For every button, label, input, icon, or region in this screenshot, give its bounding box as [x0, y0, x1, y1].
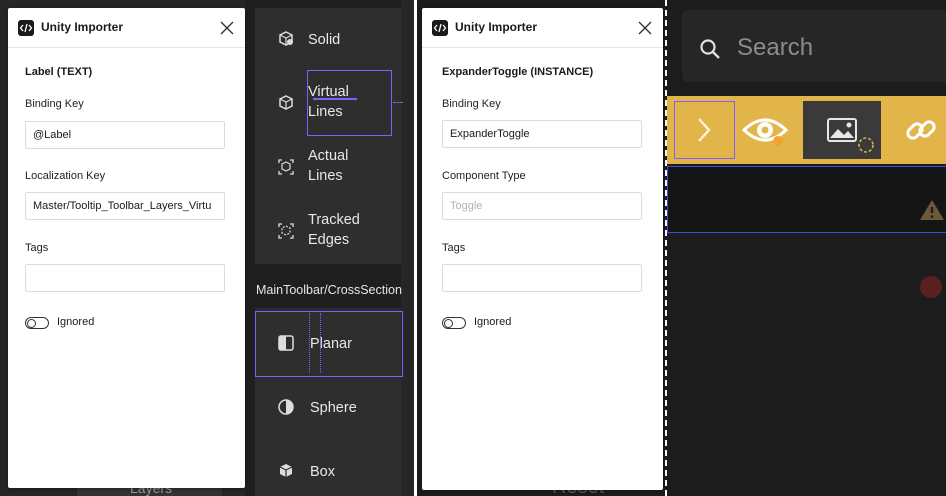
guide-dashed-line	[393, 102, 403, 103]
menu-item-label-line2: Lines	[308, 104, 343, 120]
main-toolbar	[667, 96, 946, 164]
localization-key-input[interactable]: Master/Tooltip_Toolbar_Layers_Virtu	[25, 192, 225, 220]
menu-item-virtual-lines[interactable]: Virtual Lines	[255, 82, 400, 126]
localization-key-label: Localization Key	[25, 170, 106, 182]
menu-item-actual-lines[interactable]: Actual Lines	[255, 146, 400, 190]
planar-icon	[278, 335, 294, 351]
sphere-icon	[278, 399, 294, 415]
ignored-toggle[interactable]	[442, 317, 466, 329]
menu-item-solid[interactable]: Solid	[255, 28, 400, 52]
cross-section-label: MainToolbar/CrossSection	[256, 283, 402, 297]
close-icon[interactable]	[217, 18, 237, 38]
selection-dotted-divider	[320, 313, 321, 373]
ignored-toggle[interactable]	[25, 317, 49, 329]
right-screenshot: Search Reset Unity Importer ExpanderTogg…	[417, 0, 946, 496]
unity-importer-panel: Unity Importer ExpanderToggle (INSTANCE)…	[422, 8, 663, 490]
menu-item-label-line2: Edges	[308, 232, 350, 248]
code-icon	[432, 20, 448, 36]
tags-label: Tags	[442, 242, 466, 254]
menu-item-tracked-edges[interactable]: Tracked Edges	[255, 210, 400, 254]
warning-icon	[920, 200, 944, 220]
tracked-edges-icon	[278, 223, 294, 239]
ignored-label: Ignored	[474, 316, 512, 328]
cube-outline-icon	[279, 95, 293, 110]
image-icon	[827, 118, 857, 142]
menu-item-label: Planar	[310, 336, 352, 352]
tags-input[interactable]	[442, 264, 642, 292]
actual-lines-icon	[278, 159, 294, 175]
left-screenshot: Solid Virtual Lines Actual Lines Tracked…	[0, 0, 414, 496]
component-type-label: Component Type	[442, 170, 526, 182]
binding-key-input[interactable]: @Label	[25, 121, 225, 149]
menu-item-box[interactable]: Box	[255, 461, 400, 483]
menu-item-label: Box	[310, 464, 335, 480]
code-icon	[18, 20, 34, 36]
panel-header: Unity Importer	[422, 8, 663, 48]
partial-frame-edge	[401, 0, 414, 496]
ignored-label: Ignored	[57, 316, 95, 328]
binding-key-input[interactable]: ExpanderToggle	[442, 120, 642, 148]
tags-input[interactable]	[25, 264, 225, 292]
link-icon[interactable]	[903, 112, 939, 148]
search-box[interactable]	[682, 10, 946, 82]
search-icon	[700, 39, 720, 59]
binding-key-label: Binding Key	[25, 98, 84, 110]
menu-item-planar[interactable]: Planar	[255, 333, 400, 355]
layer-title: ExpanderToggle (INSTANCE)	[442, 66, 594, 78]
loading-spinner-icon	[858, 137, 874, 153]
app-title: Unity Importer	[41, 20, 124, 34]
menu-item-sphere[interactable]: Sphere	[255, 397, 400, 419]
chevron-right-icon	[698, 118, 711, 142]
menu-item-label-line2: Lines	[308, 168, 343, 184]
selected-frame	[667, 166, 946, 233]
app-title: Unity Importer	[455, 20, 538, 34]
menu-item-label-line1: Tracked	[308, 212, 360, 228]
menu-item-label: Solid	[308, 32, 341, 48]
panel-header: Unity Importer	[8, 8, 245, 48]
tags-label: Tags	[25, 242, 49, 254]
error-badge-partial	[920, 276, 942, 298]
canvas-dashed-edge	[665, 0, 667, 496]
unity-importer-panel: Unity Importer Label (TEXT) Binding Key …	[8, 8, 245, 488]
menu-item-label-line1: Actual	[308, 148, 349, 164]
box-icon	[279, 464, 293, 477]
menu-item-label: Sphere	[310, 400, 357, 416]
selection-handle-line	[313, 98, 357, 100]
selection-dotted-divider	[309, 313, 310, 373]
layer-title: Label (TEXT)	[25, 66, 93, 78]
solid-cube-icon	[279, 31, 293, 46]
binding-key-label: Binding Key	[442, 98, 501, 110]
component-type-input[interactable]: Toggle	[442, 192, 642, 220]
eye-icon	[741, 118, 789, 146]
close-icon[interactable]	[635, 18, 655, 38]
search-placeholder: Search	[737, 34, 814, 61]
